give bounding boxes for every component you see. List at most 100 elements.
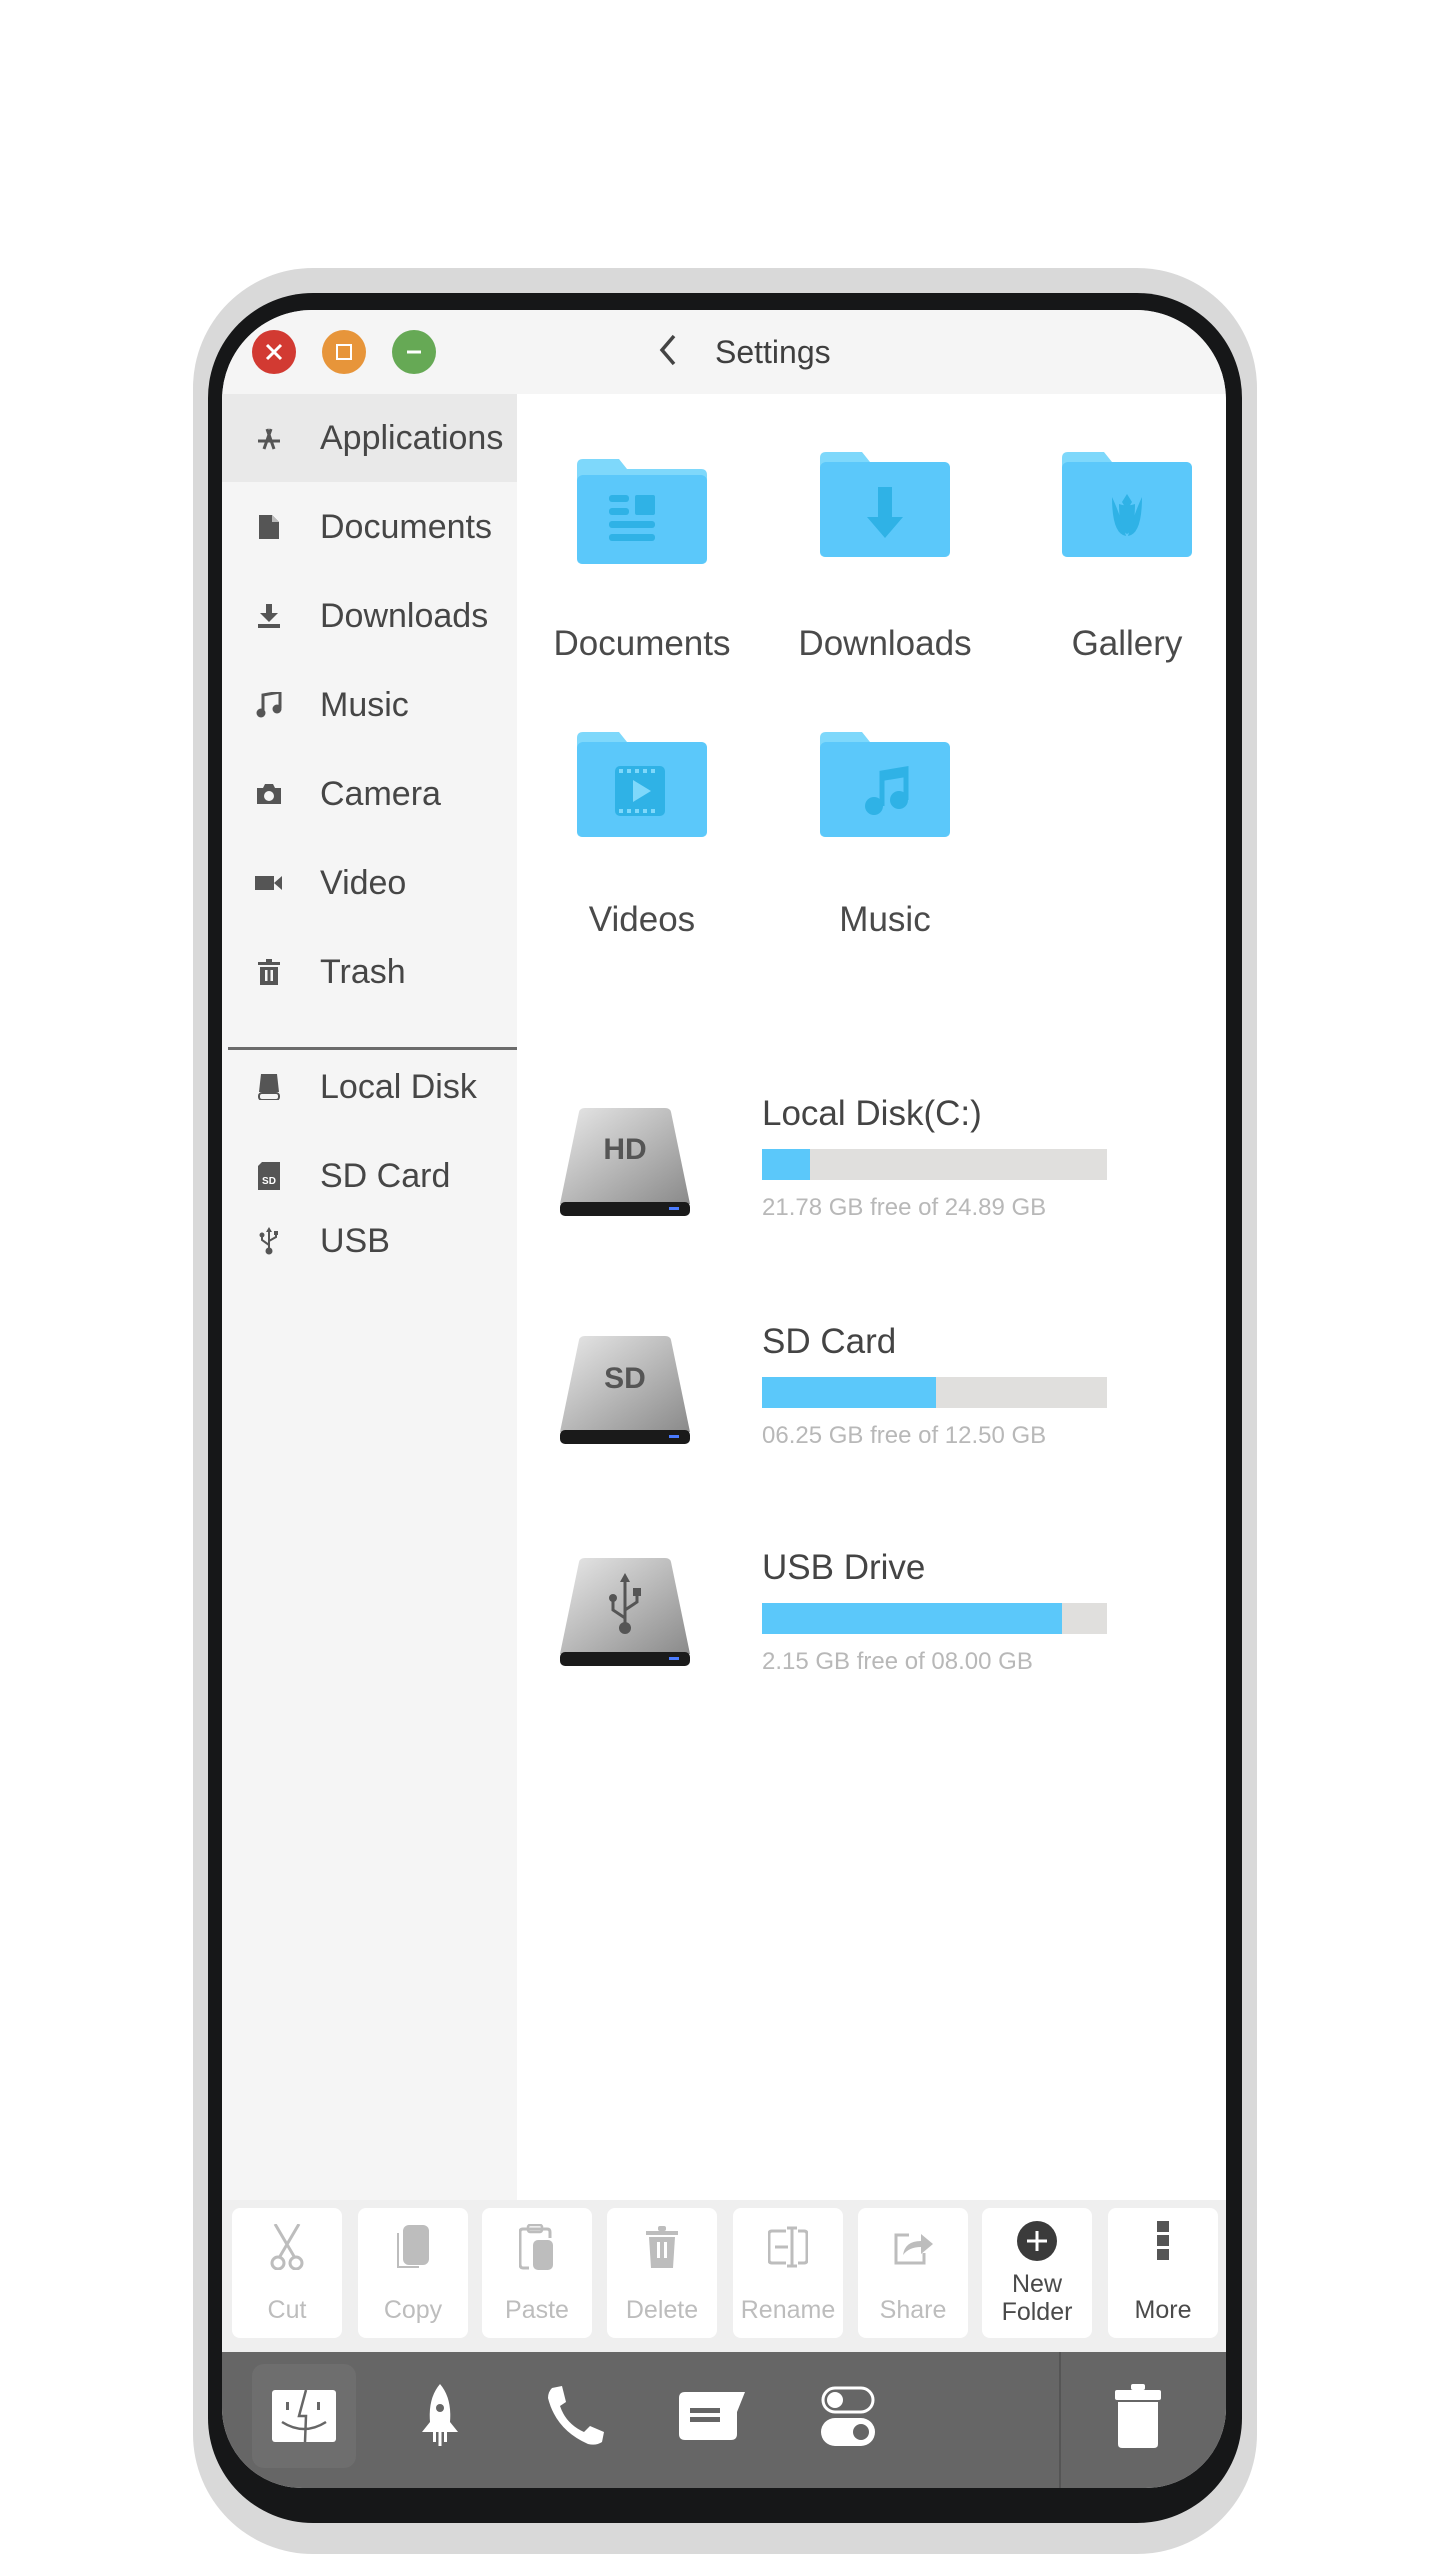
sidebar-item-label: USB — [320, 1221, 390, 1260]
delete-button[interactable]: Delete — [607, 2208, 717, 2338]
sidebar-item-documents[interactable]: Documents — [222, 483, 517, 571]
sidebar-device-usb[interactable]: USB — [222, 1197, 517, 1285]
drive-name: SD Card — [762, 1322, 897, 1361]
folder-label: Downloads — [798, 624, 972, 663]
chevron-left-icon — [659, 334, 676, 366]
drive-local-disk[interactable]: HD Local Disk(C:) 21.78 GB free of 24.89… — [557, 1094, 1177, 1274]
new-folder-button[interactable]: New Folder — [982, 2208, 1092, 2338]
rocket-icon — [422, 2384, 458, 2446]
cut-button[interactable]: Cut — [232, 2208, 342, 2338]
drive-name: Local Disk(C:) — [762, 1094, 982, 1133]
sd-card-icon: SD — [254, 1161, 284, 1191]
dock-separator — [1059, 2352, 1061, 2488]
share-label: Share — [879, 2296, 947, 2324]
back-button[interactable] — [654, 332, 684, 368]
delete-label: Delete — [625, 2296, 699, 2324]
hard-drive-icon — [254, 1072, 284, 1102]
rename-label: Rename — [740, 2296, 836, 2324]
usage-bar — [762, 1149, 1107, 1180]
folder-documents[interactable]: Documents — [522, 459, 762, 709]
new-folder-label: New Folder — [1001, 2270, 1073, 2326]
sidebar-item-applications[interactable]: Applications — [222, 394, 517, 482]
dock-finder[interactable] — [252, 2364, 356, 2468]
folder-videos[interactable]: Videos — [522, 732, 762, 982]
copy-label: Copy — [383, 2296, 443, 2324]
message-icon — [679, 2392, 745, 2440]
main-content: Documents Downloads Gallery Videos Music… — [517, 394, 1226, 2200]
drive-sd-card[interactable]: SD SD Card 06.25 GB free of 12.50 GB — [557, 1322, 1177, 1502]
sidebar-item-label: Camera — [320, 774, 441, 813]
music-note-icon — [254, 690, 284, 720]
folder-label: Videos — [588, 900, 696, 939]
sidebar-device-local-disk[interactable]: Local Disk — [222, 1043, 517, 1131]
folder-label: Documents — [553, 624, 731, 663]
usage-bar — [762, 1377, 1107, 1408]
usage-fill — [762, 1149, 811, 1180]
camera-icon — [254, 779, 284, 809]
sidebar-item-label: Applications — [320, 418, 504, 457]
document-icon — [254, 512, 284, 542]
close-icon — [265, 343, 283, 361]
downloads-folder-icon — [820, 452, 950, 557]
sidebar-item-camera[interactable]: Camera — [222, 750, 517, 838]
gallery-folder-icon — [1062, 452, 1192, 557]
sidebar-item-music[interactable]: Music — [222, 661, 517, 749]
dock-launcher[interactable] — [388, 2364, 492, 2468]
sidebar-item-video[interactable]: Video — [222, 839, 517, 927]
dock-trash[interactable] — [1086, 2364, 1190, 2468]
drive-name: USB Drive — [762, 1548, 926, 1587]
sidebar-item-trash[interactable]: Trash — [222, 928, 517, 1016]
close-button[interactable] — [252, 330, 296, 374]
usage-fill — [762, 1603, 1063, 1634]
folder-label: Music — [839, 900, 931, 939]
usb-drive-icon — [560, 1558, 690, 1666]
paste-icon — [519, 2224, 553, 2270]
sidebar-item-label: Video — [320, 863, 407, 902]
share-icon — [894, 2233, 933, 2265]
phone-icon — [548, 2386, 604, 2445]
dock-messages[interactable] — [660, 2364, 764, 2468]
documents-folder-icon — [577, 459, 707, 564]
hard-disk-icon: HD — [560, 1108, 690, 1216]
finder-icon — [272, 2390, 336, 2442]
toggle-icon — [821, 2386, 875, 2446]
share-button[interactable]: Share — [858, 2208, 968, 2338]
video-camera-icon — [254, 868, 284, 898]
sidebar-item-label: Local Disk — [320, 1067, 477, 1106]
drive-free-space: 2.15 GB free of 08.00 GB — [762, 1648, 1033, 1675]
copy-icon — [397, 2225, 429, 2268]
window-title: Settings — [715, 334, 831, 370]
more-vertical-icon — [1157, 2221, 1169, 2260]
usb-icon — [254, 1226, 284, 1256]
videos-folder-icon — [577, 732, 707, 837]
more-label: More — [1134, 2296, 1192, 2324]
cut-label: Cut — [267, 2296, 307, 2324]
sidebar-item-label: Music — [320, 685, 409, 724]
svg-text:HD: HD — [603, 1133, 646, 1166]
minimize-button[interactable] — [392, 330, 436, 374]
screen: Settings Applications Documents Download… — [222, 310, 1226, 2488]
copy-button[interactable]: Copy — [358, 2208, 468, 2338]
folder-music[interactable]: Music — [765, 732, 1005, 982]
app-store-icon — [254, 423, 284, 453]
more-button[interactable]: More — [1108, 2208, 1218, 2338]
rename-button[interactable]: Rename — [733, 2208, 843, 2338]
drive-usb[interactable]: USB Drive 2.15 GB free of 08.00 GB — [557, 1548, 1177, 1728]
scissors-icon — [270, 2224, 304, 2270]
dock-phone[interactable] — [524, 2364, 628, 2468]
svg-text:SD: SD — [262, 1176, 276, 1187]
paste-label: Paste — [505, 2296, 569, 2324]
paste-button[interactable]: Paste — [482, 2208, 592, 2338]
folder-downloads[interactable]: Downloads — [765, 452, 1005, 702]
folder-gallery[interactable]: Gallery — [1007, 452, 1226, 702]
folder-label: Gallery — [1071, 624, 1183, 663]
sidebar-item-downloads[interactable]: Downloads — [222, 572, 517, 660]
dock-settings[interactable] — [796, 2364, 900, 2468]
sidebar-item-label: Documents — [320, 507, 492, 546]
trash-icon — [1115, 2384, 1161, 2448]
maximize-button[interactable] — [322, 330, 366, 374]
square-icon — [336, 344, 352, 360]
trash-icon — [646, 2226, 678, 2268]
music-folder-icon — [820, 732, 950, 837]
action-toolbar: Cut Copy Paste Delete Rename Share New Fo… — [222, 2200, 1226, 2352]
